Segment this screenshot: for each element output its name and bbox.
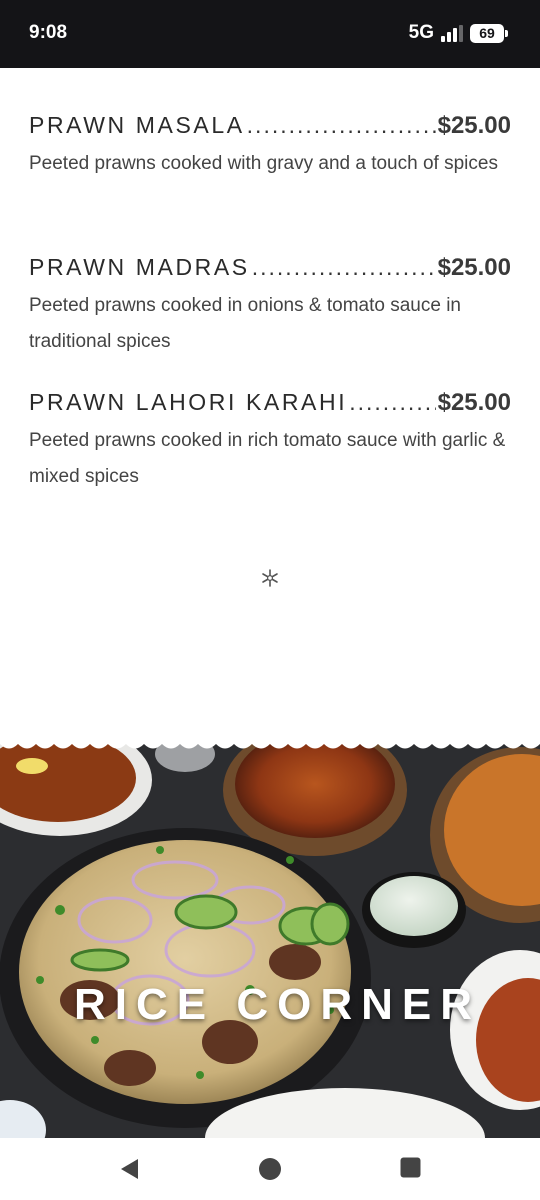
dot-leader [247, 112, 436, 139]
menu-item-header: PRAWN MASALA $25.00 [29, 112, 511, 140]
dot-leader [349, 389, 435, 416]
rice-corner-banner[interactable]: RICE CORNER [0, 740, 540, 1138]
menu-item-name: PRAWN LAHORI KARAHI [29, 389, 348, 415]
menu-item-header: PRAWN LAHORI KARAHI $25.00 [29, 389, 511, 417]
menu-item[interactable]: PRAWN MADRAS $25.00 Peeted prawns cooked… [29, 254, 511, 360]
menu-item-name: PRAWN MADRAS [29, 254, 250, 280]
signal-icon [441, 24, 463, 42]
menu-item[interactable]: PRAWN MASALA $25.00 Peeted prawns cooked… [29, 112, 511, 182]
banner-title: RICE CORNER [74, 980, 482, 1029]
status-bar: 9:08 5G 69 [0, 0, 540, 68]
menu-item-price: $25.00 [437, 254, 511, 281]
menu-item-header: PRAWN MADRAS $25.00 [29, 254, 511, 282]
battery-icon: 69 [470, 23, 508, 43]
menu-item-price: $25.00 [437, 112, 511, 139]
menu-item-name: PRAWN MASALA [29, 112, 245, 138]
navigation-bar [0, 1138, 540, 1200]
asterisk-icon [262, 569, 278, 587]
network-type: 5G [408, 22, 434, 43]
wave-border [0, 740, 540, 749]
status-time: 9:08 [29, 22, 68, 43]
menu-item[interactable]: PRAWN LAHORI KARAHI $25.00 Peeted prawns… [29, 389, 511, 495]
menu-item-price: $25.00 [437, 389, 511, 416]
food-photo [0, 740, 540, 1138]
dot-leader [252, 254, 436, 281]
back-triangle-icon[interactable] [118, 1157, 140, 1181]
menu-item-description: Peeted prawns cooked with gravy and a to… [29, 153, 498, 174]
menu-item-description: Peeted prawns cooked in rich tomato sauc… [29, 430, 506, 487]
menu-item-description: Peeted prawns cooked in onions & tomato … [29, 295, 461, 352]
status-icons: 5G 69 [408, 22, 508, 44]
home-circle-icon[interactable] [258, 1157, 282, 1181]
recents-square-icon[interactable] [400, 1157, 421, 1178]
